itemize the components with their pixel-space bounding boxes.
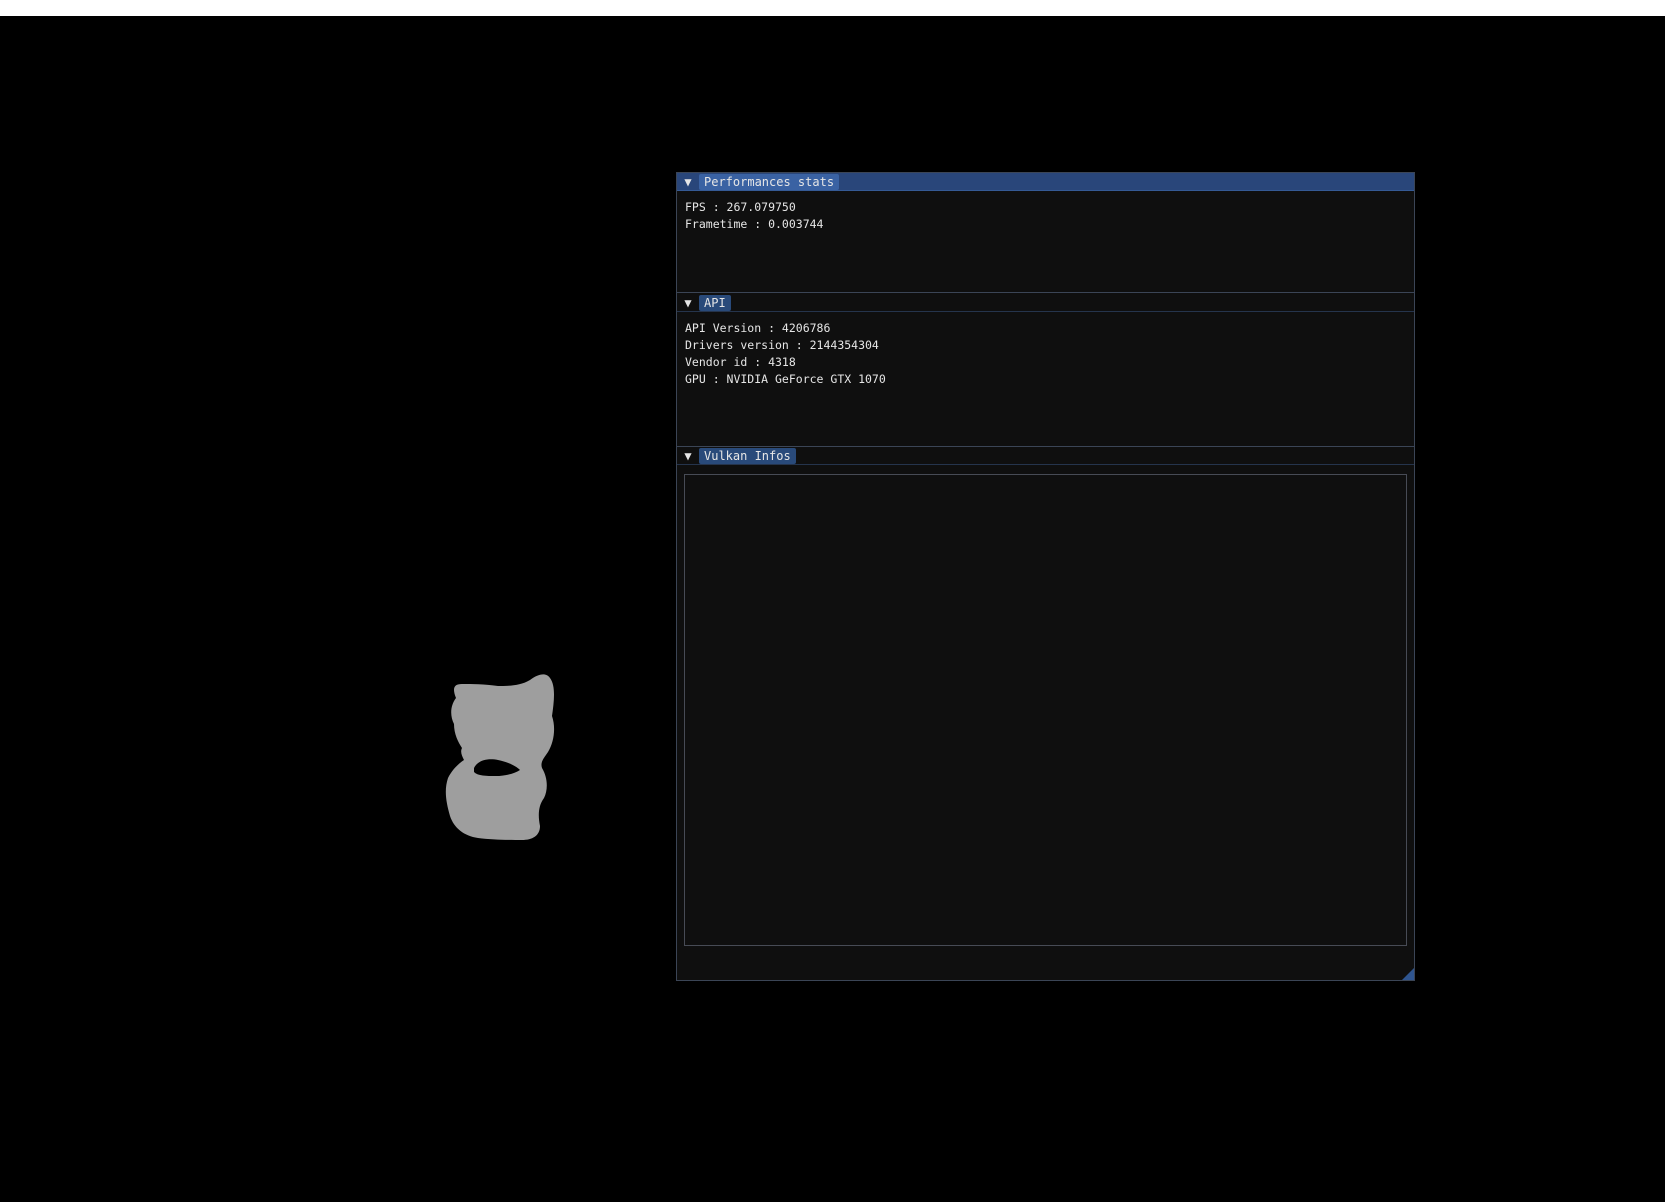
imgui-stats-window[interactable]: ▼ Performances stats FPS : 267.079750 Fr… xyxy=(676,172,1415,981)
performances-body: FPS : 267.079750 Frametime : 0.003744 xyxy=(677,191,1414,233)
cat-model xyxy=(445,674,555,840)
section-divider xyxy=(677,292,1414,293)
fps-line: FPS : 267.079750 xyxy=(685,200,796,214)
triangle-down-icon[interactable]: ▼ xyxy=(681,448,695,464)
triangle-down-icon[interactable]: ▼ xyxy=(681,295,695,311)
header-title-performances[interactable]: Performances stats xyxy=(699,174,840,190)
drivers-version-line: Drivers version : 2144354304 xyxy=(685,338,879,352)
section-performances-stats: ▼ Performances stats FPS : 267.079750 Fr… xyxy=(677,173,1414,292)
section-vulkan-infos: ▼ Vulkan Infos xyxy=(677,447,1414,467)
vendor-id-line: Vendor id : 4318 xyxy=(685,355,796,369)
triangle-down-icon[interactable]: ▼ xyxy=(681,174,695,190)
vulkan-infos-scroll-region[interactable] xyxy=(684,474,1407,946)
collapsing-header-api[interactable]: ▼ API xyxy=(677,294,1414,312)
resize-grip-icon[interactable] xyxy=(1402,968,1414,980)
api-body: API Version : 4206786 Drivers version : … xyxy=(677,312,1414,388)
gpu-line: GPU : NVIDIA GeForce GTX 1070 xyxy=(685,372,886,386)
collapsing-header-vulkan[interactable]: ▼ Vulkan Infos xyxy=(677,447,1414,465)
header-title-vulkan[interactable]: Vulkan Infos xyxy=(699,448,796,464)
collapsing-header-performances[interactable]: ▼ Performances stats xyxy=(677,173,1414,191)
section-api: ▼ API API Version : 4206786 Drivers vers… xyxy=(677,294,1414,446)
frametime-line: Frametime : 0.003744 xyxy=(685,217,824,231)
api-version-line: API Version : 4206786 xyxy=(685,321,831,335)
top-window-border xyxy=(0,0,1665,16)
header-title-api[interactable]: API xyxy=(699,295,731,311)
